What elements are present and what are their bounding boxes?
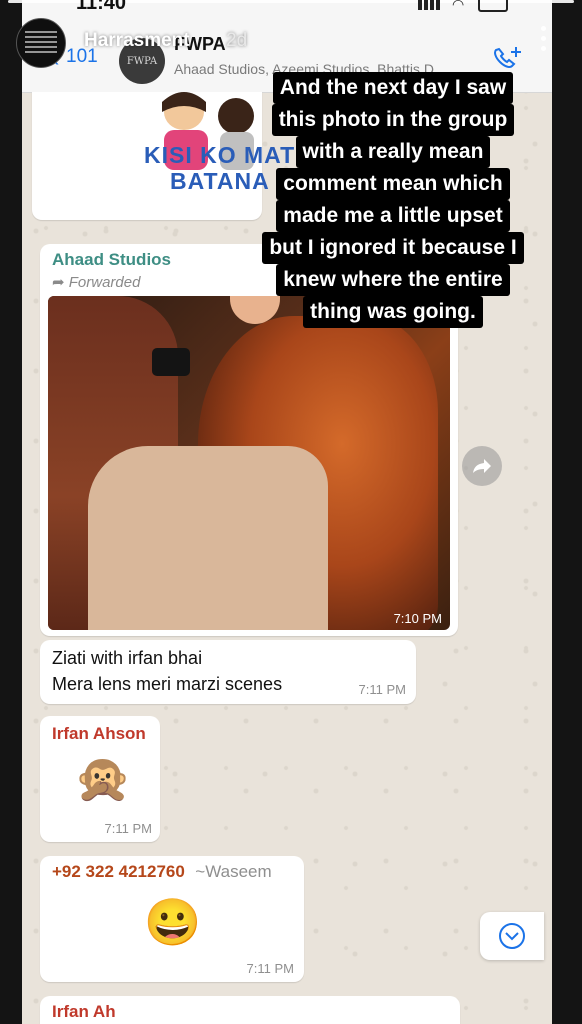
sender-line: +92 322 4212760 ~Waseem: [52, 862, 272, 882]
signal-icon: [418, 0, 440, 10]
caption-line: this photo in the group: [271, 104, 515, 136]
emoji-message[interactable]: Irfan Ahson 🙊 7:11 PM: [40, 716, 160, 842]
sender-name[interactable]: Irfan Ah: [52, 1002, 116, 1022]
photo-timestamp: 7:10 PM: [393, 611, 442, 626]
next-message-partial[interactable]: Irfan Ah: [40, 996, 460, 1024]
caption-line: comment mean which: [276, 168, 510, 200]
forward-button[interactable]: [462, 446, 502, 486]
message-timestamp: 7:11 PM: [104, 821, 152, 836]
battery-icon: [478, 0, 508, 12]
caption-line: knew where the entire: [276, 264, 510, 296]
add-call-icon[interactable]: [490, 44, 524, 74]
emoji-message[interactable]: +92 322 4212760 ~Waseem 😀 7:11 PM: [40, 856, 304, 982]
camera: [152, 348, 190, 376]
photo[interactable]: 7:10 PM: [48, 296, 450, 630]
sender-phone[interactable]: +92 322 4212760: [52, 862, 185, 881]
wifi-icon: ◠: [452, 0, 465, 12]
story-user-avatar[interactable]: [16, 18, 66, 68]
story-viewer: ‹ 101 FWPA FWPA Ahaad Studios, Azeemi St…: [0, 0, 582, 1024]
text-message[interactable]: Ziati with irfan bhai Mera lens meri mar…: [40, 640, 416, 704]
status-bar-icons: ◠: [418, 0, 508, 12]
forward-icon: [473, 459, 491, 473]
story-age: 2d: [226, 30, 248, 51]
sender-name[interactable]: Ahaad Studios: [52, 250, 171, 270]
caption-line: And the next day I saw: [272, 72, 514, 104]
message-timestamp: 7:11 PM: [246, 961, 294, 976]
forwarded-text: Forwarded: [68, 274, 141, 291]
sender-name[interactable]: Irfan Ahson: [52, 724, 146, 744]
speak-no-evil-monkey-emoji: 🙊: [74, 752, 132, 804]
caption-line: made me a little upset: [276, 200, 510, 232]
forwarded-label: ➦ Forwarded: [52, 273, 140, 291]
scroll-to-bottom-button[interactable]: [480, 912, 544, 960]
message-timestamp: 7:11 PM: [358, 682, 406, 697]
status-bar-time: 11:40: [76, 0, 127, 14]
forward-arrow-icon: ➦: [52, 274, 65, 291]
message-line-1: Ziati with irfan bhai: [52, 648, 203, 668]
story-caption: And the next day I saw this photo in the…: [228, 72, 558, 328]
photographer-body: [88, 446, 328, 630]
caption-line: but I ignored it because I: [262, 232, 524, 264]
chevron-down-icon: [499, 923, 525, 949]
caption-line: thing was going.: [303, 296, 483, 328]
message-line-2: Mera lens meri marzi scenes: [52, 674, 283, 694]
more-options-icon[interactable]: [540, 26, 548, 56]
story-username[interactable]: Harrasment: [84, 30, 190, 52]
sender-display-name: ~Waseem: [195, 862, 272, 881]
caption-line: with a really mean: [295, 136, 491, 168]
grinning-face-emoji: 😀: [144, 896, 202, 948]
